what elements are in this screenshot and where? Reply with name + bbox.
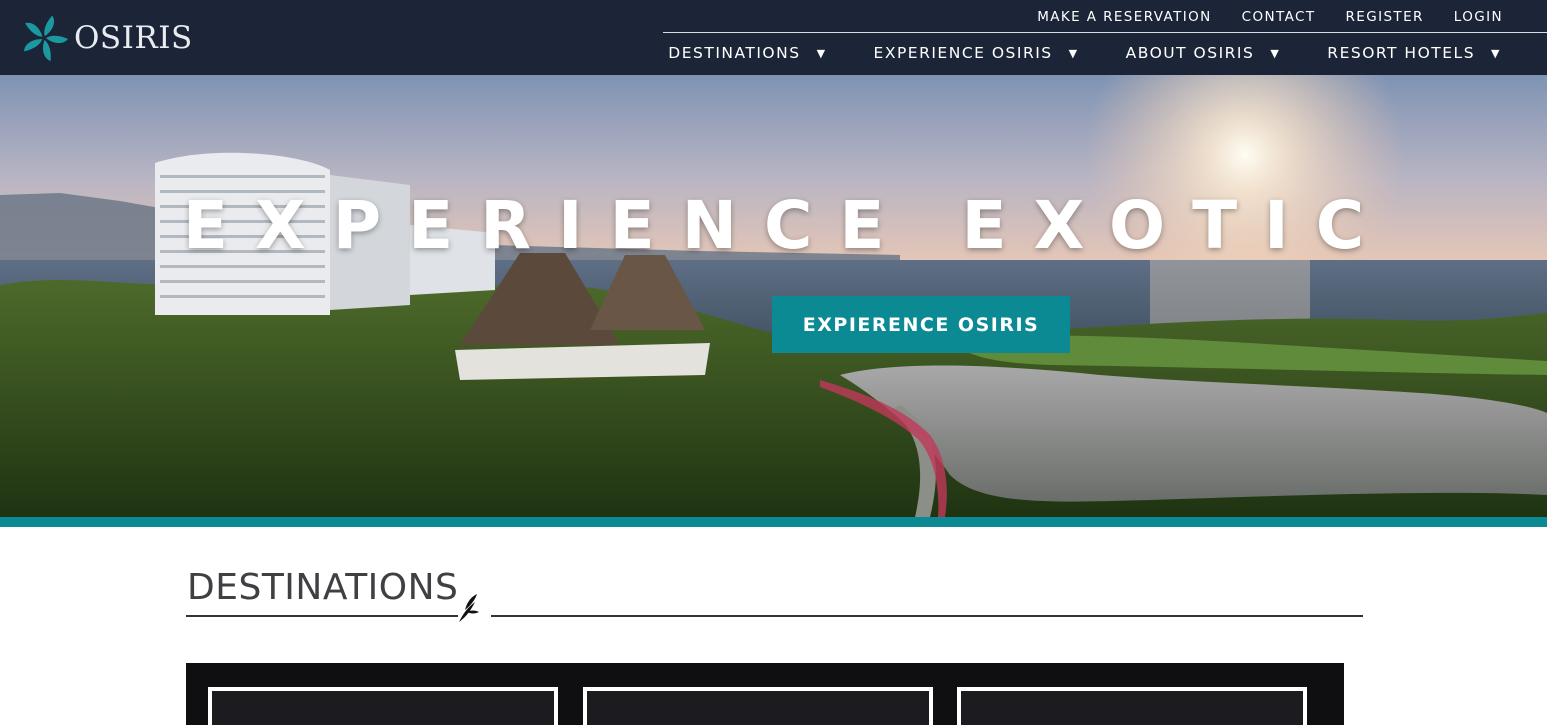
brand-name: OSIRIS (74, 20, 193, 56)
nav-resort-hotels[interactable]: RESORT HOTELS ▼ (1327, 44, 1501, 62)
nav-experience-osiris[interactable]: EXPERIENCE OSIRIS ▼ (874, 44, 1079, 62)
main-nav: DESTINATIONS ▼ EXPERIENCE OSIRIS ▼ ABOUT… (668, 44, 1501, 62)
nav-resort-label: RESORT HOTELS (1327, 44, 1476, 62)
nav-experience-label: EXPERIENCE OSIRIS (873, 44, 1053, 62)
destination-card[interactable] (583, 687, 933, 725)
heading-rule (491, 615, 1363, 617)
destination-card[interactable] (208, 687, 558, 725)
nav-destinations-label: DESTINATIONS (668, 44, 801, 62)
destination-card[interactable] (957, 687, 1307, 725)
experience-osiris-button[interactable]: EXPIERENCE OSIRIS (772, 296, 1070, 353)
flower-logo-icon (24, 15, 68, 62)
caret-down-icon: ▼ (1491, 46, 1501, 60)
hero-banner: EXPERIENCE EXOTIC EXPIERENCE OSIRIS (0, 75, 1547, 517)
heading-underline (186, 615, 458, 617)
destinations-heading: DESTINATIONS (187, 567, 459, 608)
caret-down-icon: ▼ (816, 46, 827, 60)
header-divider (663, 32, 1547, 33)
nav-about-osiris[interactable]: ABOUT OSIRIS ▼ (1126, 44, 1281, 62)
caret-down-icon: ▼ (1068, 46, 1079, 60)
nav-about-label: ABOUT OSIRIS (1125, 44, 1255, 62)
osiris-logo[interactable]: OSIRIS (18, 12, 193, 64)
leaf-ornament-icon (459, 594, 479, 622)
site-header: OSIRIS MAKE A RESERVATION CONTACT REGIST… (0, 0, 1547, 75)
hero-accent-bar (0, 517, 1547, 527)
register-link[interactable]: REGISTER (1346, 9, 1424, 25)
make-reservation-link[interactable]: MAKE A RESERVATION (1037, 9, 1211, 25)
caret-down-icon: ▼ (1270, 46, 1281, 60)
contact-link[interactable]: CONTACT (1242, 9, 1316, 25)
nav-destinations[interactable]: DESTINATIONS ▼ (668, 44, 826, 62)
utility-nav: MAKE A RESERVATION CONTACT REGISTER LOGI… (1037, 9, 1503, 25)
hero-title: EXPERIENCE EXOTIC (182, 187, 1392, 264)
destinations-gallery (186, 663, 1344, 725)
login-link[interactable]: LOGIN (1454, 9, 1503, 25)
